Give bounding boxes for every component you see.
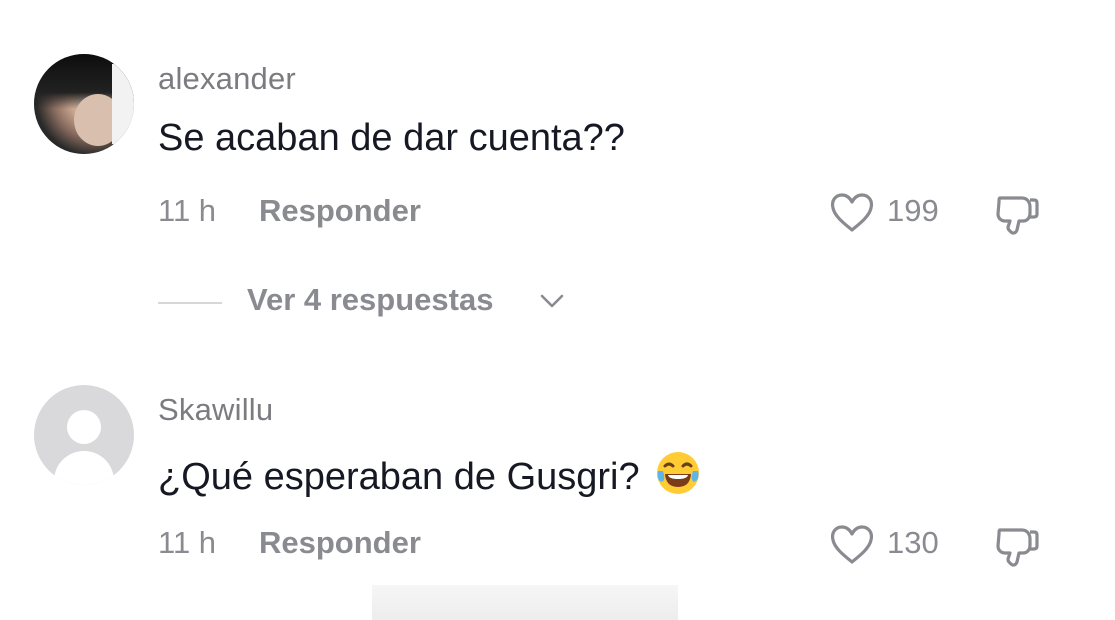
comment-text: Se acaban de dar cuenta?? (158, 117, 625, 159)
reply-button[interactable]: Responder (259, 525, 421, 561)
thumbs-down-icon[interactable] (992, 520, 1042, 570)
comment-text: ¿Qué esperaban de Gusgri? (158, 456, 640, 498)
thumbs-down-icon[interactable] (992, 188, 1042, 238)
laughing-tears-emoji-icon (654, 449, 702, 497)
comment-time: 11 h (158, 525, 217, 560)
comment-username[interactable]: alexander (158, 61, 296, 97)
comments-panel: alexander Se acaban de dar cuenta?? 11 h… (0, 0, 1115, 620)
like-count: 130 (887, 525, 939, 560)
comment-time: 11 h (158, 193, 217, 228)
heart-outline-icon[interactable] (828, 521, 876, 569)
like-count: 199 (887, 193, 939, 228)
reply-button[interactable]: Responder (259, 193, 421, 229)
chevron-down-icon (539, 291, 565, 311)
heart-outline-icon[interactable] (828, 189, 876, 237)
comment-text-row: ¿Qué esperaban de Gusgri? (158, 449, 702, 499)
video-preview-thumbnail[interactable] (372, 585, 678, 620)
view-replies-label: Ver 4 respuestas (247, 282, 494, 317)
avatar[interactable] (34, 54, 134, 154)
divider-line (158, 302, 222, 304)
avatar[interactable] (34, 385, 134, 485)
comment-username[interactable]: Skawillu (158, 392, 273, 428)
